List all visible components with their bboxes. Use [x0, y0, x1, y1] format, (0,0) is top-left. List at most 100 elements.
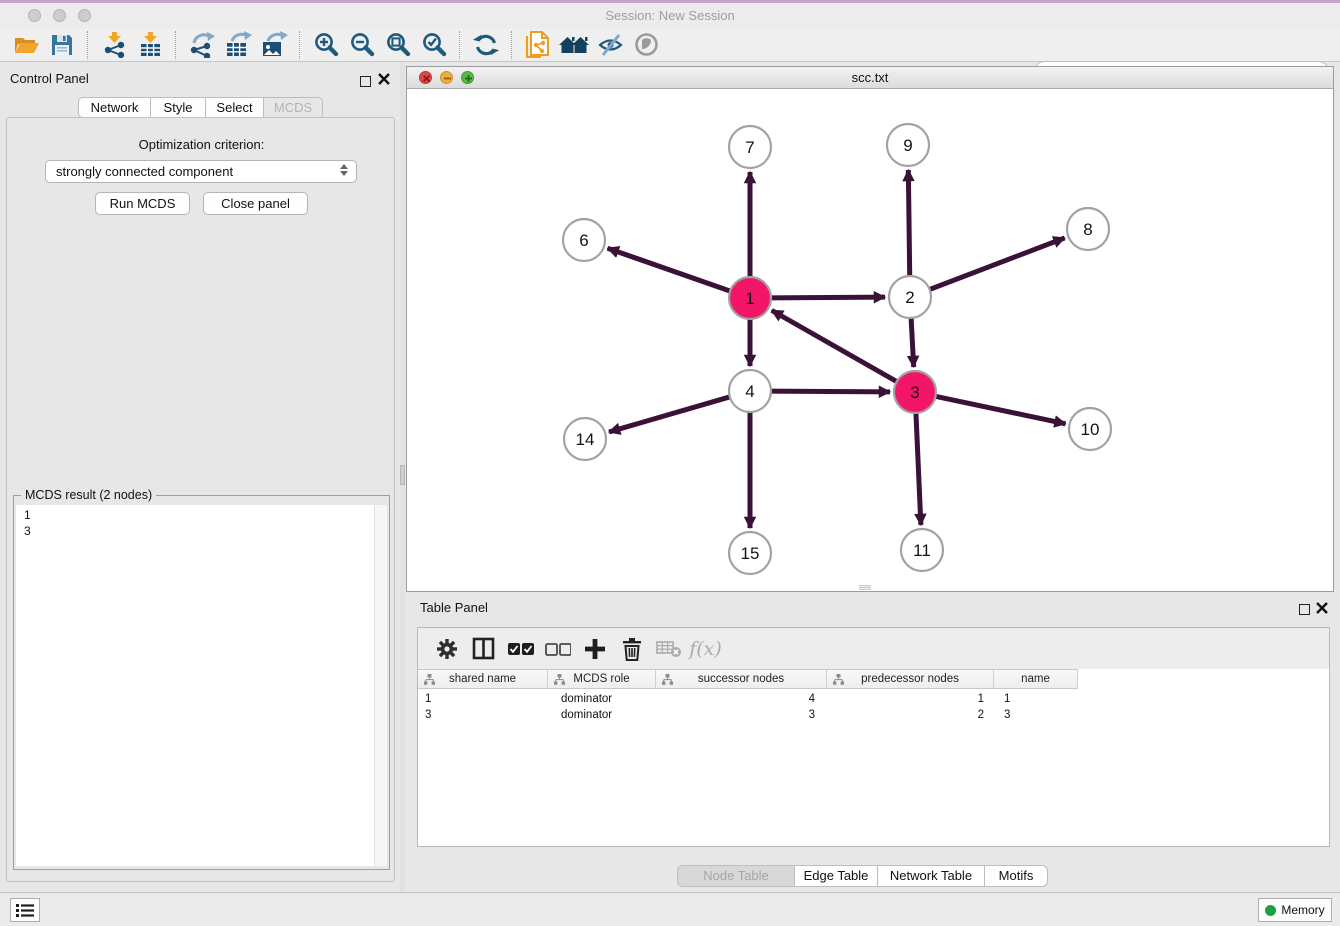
column-header-shared-name[interactable]: shared name — [418, 669, 548, 689]
column-header-mcds-role[interactable]: MCDS role — [548, 669, 656, 689]
export-table-button[interactable] — [220, 30, 256, 60]
zoom-selected-button[interactable] — [416, 30, 452, 60]
control-panel-float-button[interactable] — [360, 74, 371, 92]
graph-edge-1-6[interactable] — [608, 248, 732, 291]
result-item[interactable]: 1 — [24, 507, 374, 523]
table-panel-float-button[interactable] — [1299, 602, 1310, 620]
cell-predecessor-nodes[interactable]: 1 — [827, 691, 994, 707]
canvas-resize-grip[interactable] — [859, 585, 871, 590]
column-header-predecessor-nodes[interactable]: predecessor nodes — [827, 669, 994, 689]
export-network-icon — [188, 31, 216, 58]
graph-edge-4-14[interactable] — [609, 396, 732, 432]
cell-successor-nodes[interactable]: 4 — [656, 691, 827, 707]
mcds-panel: Optimization criterion: strongly connect… — [6, 117, 395, 882]
tab-motifs[interactable]: Motifs — [984, 865, 1048, 887]
network-window-titlebar[interactable]: scc.txt — [407, 67, 1333, 89]
dropdown-stepper-icon — [340, 164, 348, 176]
home-icon — [558, 33, 590, 57]
list-icon — [16, 903, 34, 918]
table-settings-button[interactable] — [428, 632, 465, 666]
gear-icon — [435, 637, 459, 661]
split-panel-button[interactable] — [465, 632, 502, 666]
deselect-all-button[interactable] — [539, 632, 576, 666]
result-scrollbar[interactable] — [374, 505, 387, 866]
zoom-fit-button[interactable] — [380, 30, 416, 60]
graph-edge-1-2[interactable] — [769, 297, 885, 298]
network-file-icon — [525, 31, 551, 59]
tree-column-icon — [833, 674, 844, 685]
select-all-button[interactable] — [502, 632, 539, 666]
show-graphics-details-button[interactable] — [628, 30, 664, 60]
run-mcds-button[interactable]: Run MCDS — [95, 192, 190, 215]
toolbar-separator — [175, 31, 177, 59]
application-window: Session: New Session — [0, 0, 1340, 926]
criterion-value: strongly connected component — [56, 164, 233, 179]
cell-mcds-role[interactable]: dominator — [548, 691, 656, 707]
export-table-icon — [224, 31, 252, 58]
export-network-button[interactable] — [184, 30, 220, 60]
hide-eye-icon — [597, 31, 624, 58]
tab-network[interactable]: Network — [78, 97, 151, 118]
import-network-button[interactable] — [96, 30, 132, 60]
column-label: successor nodes — [698, 673, 784, 685]
add-column-button[interactable] — [576, 632, 613, 666]
graph-edge-2-8[interactable] — [928, 238, 1065, 290]
graph-edge-4-3[interactable] — [769, 391, 890, 392]
column-label: predecessor nodes — [861, 673, 959, 685]
mcds-result-group: MCDS result (2 nodes) 1 3 — [13, 495, 390, 870]
refresh-icon — [473, 32, 499, 58]
mcds-result-list[interactable]: 1 3 — [16, 505, 374, 866]
automation-panel-button[interactable] — [10, 898, 40, 922]
splitter-handle-icon[interactable] — [400, 465, 405, 485]
column-header-name[interactable]: name — [994, 669, 1078, 689]
zoom-in-button[interactable] — [308, 30, 344, 60]
open-network-file-button[interactable] — [520, 30, 556, 60]
refresh-view-button[interactable] — [468, 30, 504, 60]
import-table-button[interactable] — [132, 30, 168, 60]
delete-table-button[interactable] — [650, 632, 687, 666]
cell-successor-nodes[interactable]: 3 — [656, 707, 827, 723]
memory-button[interactable]: Memory — [1258, 898, 1332, 922]
criterion-dropdown[interactable]: strongly connected component — [45, 160, 357, 183]
column-header-successor-nodes[interactable]: successor nodes — [656, 669, 827, 689]
cell-shared-name[interactable]: 3 — [418, 707, 548, 723]
tab-select[interactable]: Select — [205, 97, 264, 118]
close-icon — [1316, 602, 1328, 614]
table-panel-title: Table Panel — [420, 600, 488, 615]
home-button[interactable] — [556, 30, 592, 60]
zoom-out-button[interactable] — [344, 30, 380, 60]
close-panel-button[interactable]: Close panel — [203, 192, 308, 215]
save-session-button[interactable] — [44, 30, 80, 60]
tab-node-table[interactable]: Node Table — [677, 865, 795, 887]
cell-name[interactable]: 3 — [994, 707, 1078, 723]
function-builder-button[interactable]: f(x) — [687, 632, 724, 666]
graph-edge-3-11[interactable] — [916, 411, 921, 525]
result-item[interactable]: 3 — [24, 523, 374, 539]
graph-edge-3-1[interactable] — [772, 310, 899, 382]
export-image-button[interactable] — [256, 30, 292, 60]
tab-mcds[interactable]: MCDS — [263, 97, 323, 119]
network-view-window: scc.txt 7968124314101511 — [406, 66, 1334, 592]
cell-shared-name[interactable]: 1 — [418, 691, 548, 707]
table-row[interactable]: 1 dominator 4 1 1 — [418, 691, 1078, 707]
graph-edge-2-3[interactable] — [911, 316, 914, 367]
cell-mcds-role[interactable]: dominator — [548, 707, 656, 723]
delete-column-button[interactable] — [613, 632, 650, 666]
control-panel-close-button[interactable] — [378, 72, 390, 90]
import-network-icon — [101, 31, 128, 58]
panel-splitter[interactable] — [400, 62, 405, 892]
network-canvas[interactable]: 7968124314101511 — [407, 89, 1333, 591]
hide-graphics-details-button[interactable] — [592, 30, 628, 60]
cell-predecessor-nodes[interactable]: 2 — [827, 707, 994, 723]
tab-edge-table[interactable]: Edge Table — [794, 865, 878, 887]
table-row[interactable]: 3 dominator 3 2 3 — [418, 707, 1078, 723]
graph-edge-3-10[interactable] — [934, 396, 1066, 424]
save-icon — [50, 33, 74, 57]
graph-edge-2-9[interactable] — [908, 170, 909, 278]
graph-node-label-3: 3 — [910, 383, 919, 402]
tab-network-table[interactable]: Network Table — [877, 865, 985, 887]
cell-name[interactable]: 1 — [994, 691, 1078, 707]
tab-style[interactable]: Style — [150, 97, 206, 118]
open-session-button[interactable] — [8, 30, 44, 60]
table-panel-close-button[interactable] — [1316, 601, 1328, 619]
